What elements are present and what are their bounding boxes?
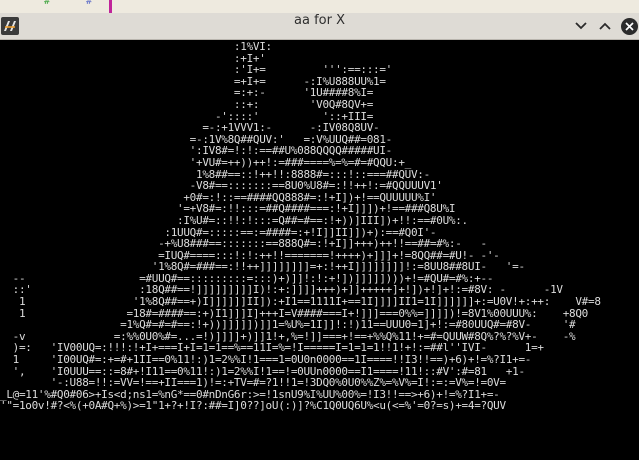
close-button[interactable]	[619, 16, 639, 36]
window-titlebar[interactable]: aa for X	[0, 13, 639, 40]
background-cursor-bar	[109, 0, 112, 13]
ascii-art-text: :1%VI: :+I+' :'I+= ''':==:::=' =+I+= -:I…	[0, 40, 601, 413]
chevron-up-icon	[599, 22, 611, 30]
background-glyph: #	[44, 0, 51, 7]
chevron-down-icon	[575, 22, 587, 30]
window-title: aa for X	[294, 13, 345, 28]
ascii-art-canvas: :1%VI: :+I+' :'I+= ''':==:::=' =+I+= -:I…	[0, 40, 639, 460]
background-window-strip: # #	[0, 0, 639, 13]
background-glyph: #	[86, 0, 93, 7]
minimize-button[interactable]	[571, 16, 591, 36]
close-icon	[620, 17, 638, 35]
maximize-button[interactable]	[595, 16, 615, 36]
